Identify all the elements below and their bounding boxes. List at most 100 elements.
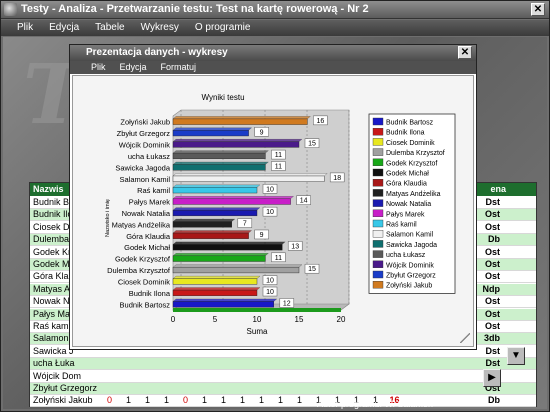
data-label: 10 [266, 209, 274, 216]
legend-label: Zbyłut Grzegorz [386, 273, 436, 280]
table-row[interactable]: Wójcik DomOst [30, 371, 536, 383]
menu-edycja[interactable]: Edycja [41, 20, 87, 36]
data-label: 15 [308, 141, 316, 148]
y-tick-label: ucha Łukasz [128, 152, 170, 161]
row-name: Wójcik Dom [33, 370, 82, 381]
legend-label: Nowak Natalia [386, 201, 431, 208]
column-header-grade: ena [490, 184, 506, 194]
legend-label: Góra Klaudia [386, 181, 427, 188]
title-bar: Testy - Analiza - Przetwarzanie testu: T… [1, 1, 549, 19]
y-tick-label: Zołyński Jakub [120, 118, 170, 127]
chart-bar [172, 175, 325, 182]
x-axis-label: Suma [247, 327, 268, 336]
data-label: 11 [275, 255, 282, 262]
row-name: Sawicka J [33, 345, 74, 356]
dialog-menu-edycja[interactable]: Edycja [113, 61, 154, 74]
dialog-title-bar: Prezentacja danych - wykresy ✕ [70, 45, 476, 61]
chart-bar [172, 244, 283, 251]
table-row[interactable]: ucha Łuka Dst [30, 358, 536, 371]
dialog-menu-formatuj[interactable]: Formatuj [154, 61, 204, 74]
legend-swatch [372, 240, 384, 248]
legend-swatch [372, 250, 384, 258]
chart-bar [172, 267, 300, 274]
chart-bar-top [172, 127, 253, 131]
legend-label: Dulemba Krzysztof [386, 150, 445, 157]
y-tick-label: Zbyłut Grzegorz [117, 129, 171, 138]
data-label: 7 [243, 221, 247, 228]
legend-swatch [372, 229, 384, 238]
close-window-button[interactable]: ✕ [531, 3, 545, 16]
row-cell: 1 [239, 395, 245, 406]
bar-chart: Wyniki testu 0 5 10 15 20 Zołyński Jakub 16 Zbył… [105, 93, 456, 336]
window-title: Testy - Analiza - Przetwarzanie testu: T… [21, 3, 369, 15]
data-label: 14 [300, 198, 308, 205]
next-button[interactable]: ▶ [483, 369, 501, 387]
legend-label: Sawicka Jagoda [386, 242, 437, 249]
row-grade: Dst [485, 197, 500, 207]
legend-label: Wójcik Dominik [386, 262, 434, 269]
row-cell: 1 [125, 395, 131, 406]
legend-swatch [372, 209, 384, 218]
legend-swatch [372, 117, 384, 126]
table-row[interactable]: Zbyłut Grzegorz Ost [30, 383, 536, 395]
menu-plik[interactable]: Plik [9, 20, 41, 36]
row-cell: 1 [144, 395, 150, 406]
scroll-down-button[interactable]: ▼ [507, 347, 525, 365]
chart-bar-top [172, 275, 261, 279]
legend-label: Zołyński Jakub [386, 283, 432, 290]
menu-o-programie[interactable]: O programie [187, 20, 259, 36]
row-grade: Ost [484, 271, 500, 282]
row-name: Zbyłut Grzegorz [33, 383, 98, 393]
x-tick-label: 15 [295, 315, 304, 324]
chart-bar [172, 152, 266, 159]
x-tick-label: 0 [171, 315, 176, 324]
data-label: 16 [317, 118, 325, 125]
legend-swatch [372, 219, 384, 228]
legend-label: Raś kamil [386, 222, 417, 229]
dialog-title: Prezentacja danych - wykresy [86, 47, 228, 58]
chart-bar [172, 278, 258, 285]
y-tick-label: Wójcik Dominik [119, 141, 171, 150]
chart-bar-top [172, 264, 303, 268]
y-tick-label: Budnik Bartosz [120, 300, 171, 309]
data-label: 10 [266, 289, 274, 296]
dialog-menu-plik[interactable]: Plik [84, 61, 113, 74]
chart-bar [172, 289, 258, 296]
chart-bar-top [172, 298, 278, 302]
legend-label: Budnik Bartosz [386, 120, 434, 127]
chart-bar-top [172, 241, 286, 245]
row-grade: Ost [484, 296, 500, 307]
chart-title: Wyniki testu [201, 93, 244, 102]
close-dialog-button[interactable]: ✕ [458, 46, 472, 59]
chart-bar-top [172, 196, 295, 199]
resize-grip[interactable] [460, 333, 470, 343]
chart-bar [172, 130, 249, 137]
menu-wykresy[interactable]: Wykresy [133, 20, 187, 36]
row-grade: Ost [484, 209, 500, 220]
legend-label: ucha Łukasz [386, 252, 426, 259]
y-tick-label: Pałys Marek [129, 198, 171, 207]
chart-bar-top [172, 161, 269, 165]
chart-bar-top [172, 218, 236, 222]
legend-swatch [372, 280, 384, 289]
row-cell: 0 [182, 395, 188, 406]
row-name: Raś kamil [33, 321, 73, 331]
y-tick-label: Sawicka Jagoda [115, 163, 170, 172]
y-tick-label: Dulemba Krzysztof [107, 266, 171, 275]
chart-bar-top [172, 207, 261, 211]
plot-base [173, 308, 341, 312]
legend-swatch [372, 168, 384, 177]
data-label: 18 [333, 175, 341, 182]
data-label: 10 [266, 186, 274, 193]
column-header-name: Nazwis [33, 184, 64, 194]
row-cell: 1 [258, 395, 264, 406]
table-row[interactable]: Zołyński Jakub Db 0 1 1 1 0 1 1 1 1 1 1 1 1 1 1 16 [30, 395, 536, 408]
legend-swatch [372, 128, 384, 136]
menu-tabele[interactable]: Tabele [87, 20, 132, 36]
row-grade: Dst [485, 358, 500, 369]
author-footer: Autor programu: W. Salamon [317, 399, 434, 409]
chart-bar-top [172, 230, 253, 234]
chart-bar-top [172, 184, 261, 188]
chart-dialog: Prezentacja danych - wykresy ✕ Plik Edyc… [69, 44, 477, 350]
chart-bar [172, 118, 308, 125]
